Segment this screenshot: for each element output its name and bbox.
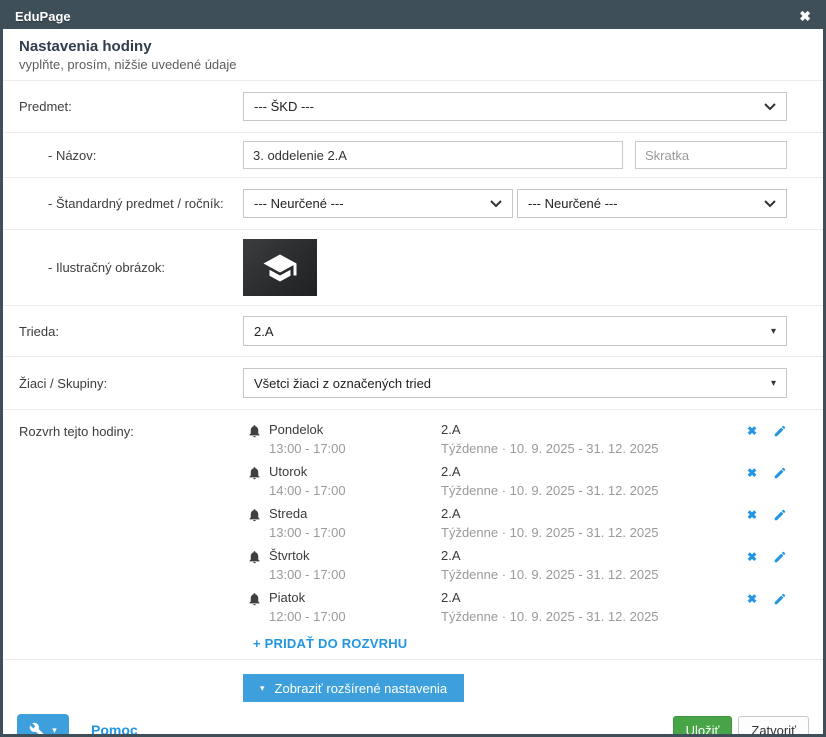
ziaci-row: Žiaci / Skupiny: Všetci žiaci z označený… — [3, 357, 823, 410]
advanced-row: ▾ Zobraziť rozšírené nastavenia — [3, 660, 823, 710]
bell-icon — [247, 465, 263, 486]
predmet-select-value: --- ŠKD --- — [254, 99, 314, 114]
ziaci-label: Žiaci / Skupiny: — [19, 376, 243, 391]
chevron-down-icon — [490, 200, 502, 208]
page-subtitle: vyplňte, prosím, nižšie uvedené údaje — [19, 57, 807, 72]
trieda-select-value: 2.A — [254, 324, 274, 339]
help-link[interactable]: Pomoc — [91, 722, 138, 737]
delete-icon[interactable]: ✖ — [747, 467, 757, 479]
show-advanced-settings-button[interactable]: ▾ Zobraziť rozšírené nastavenia — [243, 674, 464, 702]
schedule-day: Štvrtok — [269, 548, 441, 564]
rozvrh-row: Rozvrh tejto hodiny: Pondelok 13:00 - 17… — [3, 410, 823, 660]
triangle-down-icon: ▾ — [52, 725, 57, 736]
schedule-class: 2.A — [441, 464, 747, 480]
schedule-day: Piatok — [269, 590, 441, 606]
predmet-select[interactable]: --- ŠKD --- — [243, 92, 787, 121]
schedule-time: 13:00 - 17:00 — [269, 567, 441, 583]
close-button[interactable]: Zatvoriť — [738, 716, 809, 737]
delete-icon[interactable]: ✖ — [747, 509, 757, 521]
graduation-cap-icon — [262, 250, 298, 286]
schedule-class: 2.A — [441, 548, 747, 564]
wrench-icon — [29, 722, 46, 737]
standardny-rocnik-value: --- Neurčené --- — [528, 196, 618, 211]
illustration-image[interactable] — [243, 239, 317, 296]
bell-icon — [247, 507, 263, 528]
schedule-entry: Utorok 14:00 - 17:00 2.A Týždenne · 10. … — [243, 464, 787, 499]
standardny-row: - Štandardný predmet / ročník: --- Neurč… — [3, 178, 823, 230]
edit-pencil-icon[interactable] — [773, 424, 787, 438]
delete-icon[interactable]: ✖ — [747, 593, 757, 605]
obrazok-label: - Ilustračný obrázok: — [19, 260, 243, 275]
edit-pencil-icon[interactable] — [773, 550, 787, 564]
schedule-day: Streda — [269, 506, 441, 522]
dialog-title: EduPage — [15, 9, 71, 24]
obrazok-row: - Ilustračný obrázok: — [3, 230, 823, 306]
dialog-titlebar: EduPage ✖ — [3, 3, 823, 29]
trieda-label: Trieda: — [19, 324, 243, 339]
schedule-recurrence: Týždenne · 10. 9. 2025 - 31. 12. 2025 — [441, 525, 747, 541]
schedule-entry: Pondelok 13:00 - 17:00 2.A Týždenne · 10… — [243, 422, 787, 457]
nazov-label: - Názov: — [19, 148, 243, 163]
edit-pencil-icon[interactable] — [773, 466, 787, 480]
edit-pencil-icon[interactable] — [773, 508, 787, 522]
triangle-down-icon: ▾ — [771, 378, 776, 389]
schedule-day: Utorok — [269, 464, 441, 480]
schedule-entry: Štvrtok 13:00 - 17:00 2.A Týždenne · 10.… — [243, 548, 787, 583]
predmet-row: Predmet: --- ŠKD --- — [3, 81, 823, 133]
nazov-input[interactable] — [243, 141, 623, 169]
settings-dialog: EduPage ✖ Nastavenia hodiny vyplňte, pro… — [0, 0, 826, 737]
close-icon[interactable]: ✖ — [799, 9, 811, 23]
tools-dropdown-button[interactable]: ▾ — [17, 714, 69, 737]
schedule-recurrence: Týždenne · 10. 9. 2025 - 31. 12. 2025 — [441, 567, 747, 583]
save-button[interactable]: Uložiť — [673, 716, 733, 737]
delete-icon[interactable]: ✖ — [747, 425, 757, 437]
skratka-input[interactable] — [635, 141, 787, 169]
triangle-down-icon: ▾ — [771, 326, 776, 337]
standardny-predmet-value: --- Neurčené --- — [254, 196, 344, 211]
dialog-footer: ▾ Pomoc Uložiť Zatvoriť — [3, 710, 823, 737]
trieda-select[interactable]: 2.A ▾ — [243, 316, 787, 346]
bell-icon — [247, 423, 263, 444]
schedule-time: 14:00 - 17:00 — [269, 483, 441, 499]
standardny-predmet-select[interactable]: --- Neurčené --- — [243, 189, 513, 218]
predmet-label: Predmet: — [19, 99, 243, 114]
trieda-row: Trieda: 2.A ▾ — [3, 306, 823, 357]
schedule-entry: Streda 13:00 - 17:00 2.A Týždenne · 10. … — [243, 506, 787, 541]
page-title: Nastavenia hodiny — [19, 38, 807, 55]
schedule-class: 2.A — [441, 506, 747, 522]
edit-pencil-icon[interactable] — [773, 592, 787, 606]
schedule-recurrence: Týždenne · 10. 9. 2025 - 31. 12. 2025 — [441, 609, 747, 625]
chevron-down-icon — [764, 103, 776, 111]
rozvrh-label: Rozvrh tejto hodiny: — [19, 422, 243, 439]
schedule-time: 13:00 - 17:00 — [269, 525, 441, 541]
triangle-down-icon: ▾ — [260, 683, 265, 694]
ziaci-select[interactable]: Všetci žiaci z označených tried ▾ — [243, 368, 787, 398]
chevron-down-icon — [764, 200, 776, 208]
bell-icon — [247, 591, 263, 612]
schedule-class: 2.A — [441, 422, 747, 438]
schedule-list: Pondelok 13:00 - 17:00 2.A Týždenne · 10… — [243, 422, 787, 632]
bell-icon — [247, 549, 263, 570]
nazov-row: - Názov: — [3, 133, 823, 178]
add-to-schedule-link[interactable]: + PRIDAŤ DO ROZVRHU — [253, 636, 407, 651]
ziaci-select-value: Všetci žiaci z označených tried — [254, 376, 431, 391]
advanced-button-label: Zobraziť rozšírené nastavenia — [275, 681, 448, 696]
standardny-label: - Štandardný predmet / ročník: — [19, 196, 243, 211]
delete-icon[interactable]: ✖ — [747, 551, 757, 563]
standardny-rocnik-select[interactable]: --- Neurčené --- — [517, 189, 787, 218]
schedule-day: Pondelok — [269, 422, 441, 438]
schedule-time: 12:00 - 17:00 — [269, 609, 441, 625]
schedule-recurrence: Týždenne · 10. 9. 2025 - 31. 12. 2025 — [441, 483, 747, 499]
schedule-class: 2.A — [441, 590, 747, 606]
schedule-time: 13:00 - 17:00 — [269, 441, 441, 457]
dialog-header: Nastavenia hodiny vyplňte, prosím, nižši… — [3, 29, 823, 81]
schedule-entry: Piatok 12:00 - 17:00 2.A Týždenne · 10. … — [243, 590, 787, 625]
schedule-recurrence: Týždenne · 10. 9. 2025 - 31. 12. 2025 — [441, 441, 747, 457]
